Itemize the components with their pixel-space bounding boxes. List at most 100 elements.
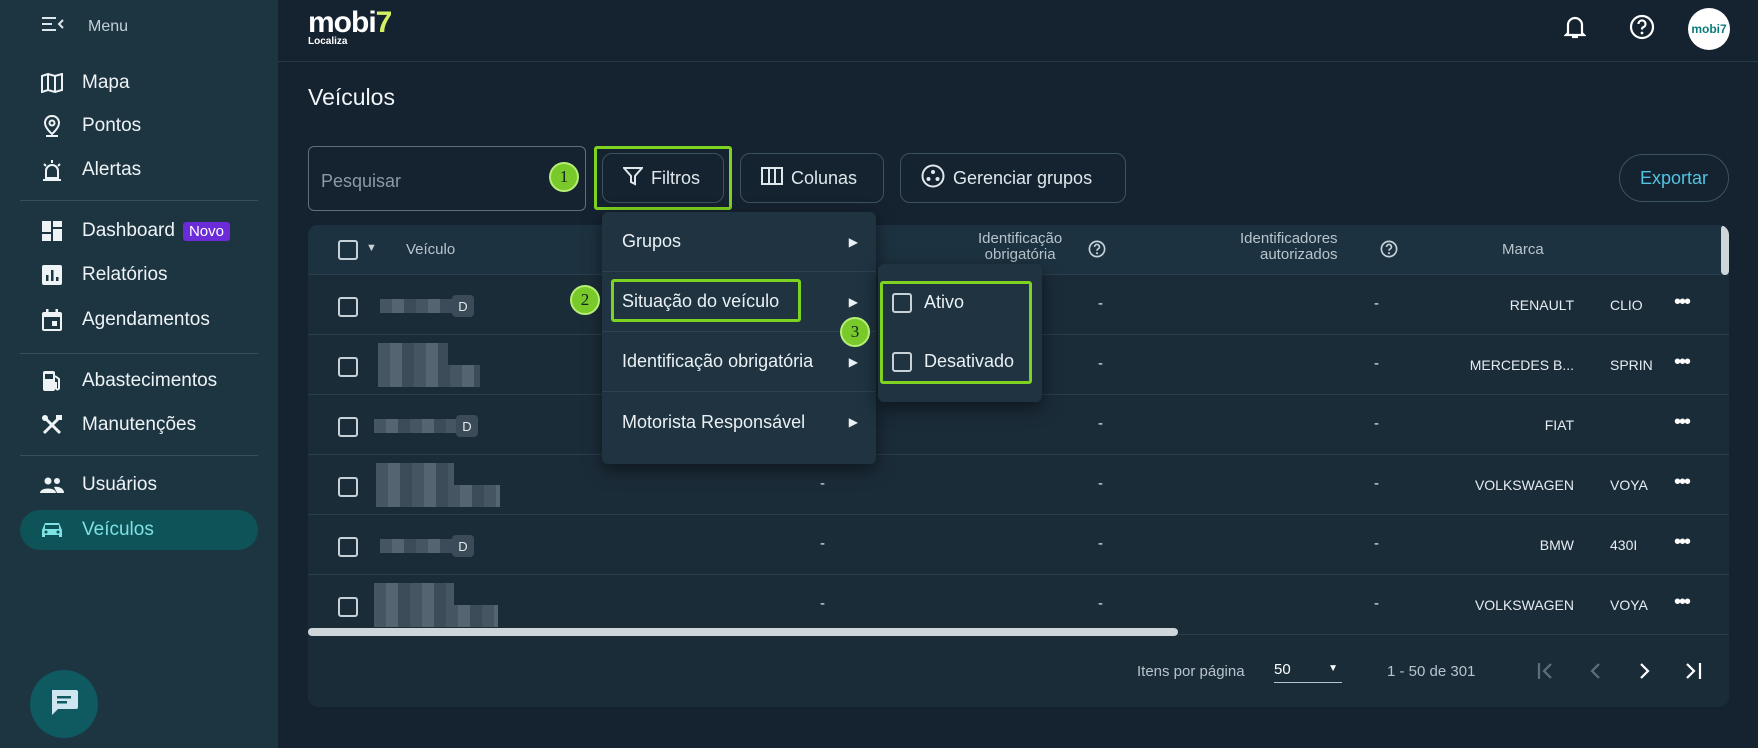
vehicle-tag: D bbox=[456, 415, 478, 437]
menu-toggle[interactable]: Menu bbox=[42, 16, 128, 37]
table-row[interactable]: - - - VOLKSWAGEN VOYA ••• bbox=[308, 455, 1729, 515]
next-page-icon[interactable] bbox=[1634, 661, 1654, 686]
pagination-range: 1 - 50 de 301 bbox=[1387, 663, 1476, 680]
sidebar-item-relatorios[interactable]: Relatórios bbox=[20, 255, 258, 295]
row-checkbox[interactable] bbox=[338, 477, 358, 497]
logo-accent: 7 bbox=[375, 6, 393, 39]
redacted-plate bbox=[378, 343, 448, 365]
chevron-right-icon: ▶ bbox=[848, 415, 858, 429]
cell-required-id: - bbox=[1098, 595, 1103, 612]
search-input[interactable]: Pesquisar bbox=[308, 146, 586, 211]
filter-menu-item-identificacao[interactable]: Identificação obrigatória ▶ bbox=[602, 332, 876, 392]
row-checkbox[interactable] bbox=[338, 357, 358, 377]
avatar[interactable]: mobi7 bbox=[1688, 8, 1730, 50]
tools-icon bbox=[40, 413, 64, 437]
cell-required-id: - bbox=[1098, 535, 1103, 552]
menu-item-label: Motorista Responsável bbox=[622, 411, 806, 432]
sidebar-item-label: Agendamentos bbox=[82, 309, 210, 330]
sidebar-item-alertas[interactable]: Alertas bbox=[20, 150, 258, 190]
row-checkbox[interactable] bbox=[338, 297, 358, 317]
logo[interactable]: mobi7 Localiza bbox=[308, 6, 393, 47]
table-row[interactable]: - - - VOLKSWAGEN VOYA ••• bbox=[308, 575, 1729, 635]
cell-brand: VOLKSWAGEN bbox=[1474, 597, 1574, 613]
sidebar-item-pontos[interactable]: Pontos bbox=[20, 106, 258, 146]
row-actions-button[interactable]: ••• bbox=[1674, 411, 1691, 434]
sidebar-item-veiculos[interactable]: Veículos bbox=[20, 510, 258, 550]
first-page-icon[interactable] bbox=[1536, 661, 1556, 686]
cell-authorized-ids: - bbox=[1374, 295, 1379, 312]
export-button[interactable]: Exportar bbox=[1619, 154, 1729, 202]
row-checkbox[interactable] bbox=[338, 417, 358, 437]
sidebar-item-label: Alertas bbox=[82, 159, 142, 180]
row-actions-button[interactable]: ••• bbox=[1674, 471, 1691, 494]
sidebar-divider bbox=[20, 455, 258, 456]
header-line: Identificação bbox=[978, 230, 1063, 247]
sidebar-item-abastecimentos[interactable]: Abastecimentos bbox=[20, 361, 258, 401]
sidebar-item-mapa[interactable]: Mapa bbox=[20, 63, 258, 103]
chat-icon bbox=[49, 688, 79, 721]
cell-required-id: - bbox=[1098, 295, 1103, 312]
manage-groups-button[interactable]: Gerenciar grupos bbox=[900, 153, 1126, 203]
column-header-vehicle[interactable]: Veículo bbox=[406, 242, 455, 258]
sidebar-item-label: Usuários bbox=[82, 474, 157, 495]
step-marker-3: 3 bbox=[840, 317, 870, 347]
sidebar-divider bbox=[20, 353, 258, 354]
sidebar-item-label: Relatórios bbox=[82, 264, 168, 285]
items-per-page-value: 50 bbox=[1274, 661, 1291, 678]
items-per-page-select[interactable]: 50 ▼ bbox=[1274, 661, 1342, 683]
fuel-icon bbox=[40, 369, 64, 393]
table-row[interactable]: D - - - BMW 430I ••• bbox=[308, 515, 1729, 575]
columns-label: Colunas bbox=[791, 167, 858, 188]
help-icon[interactable] bbox=[1380, 240, 1398, 263]
menu-label: Menu bbox=[88, 17, 129, 35]
row-actions-button[interactable]: ••• bbox=[1674, 531, 1691, 554]
row-actions-button[interactable]: ••• bbox=[1674, 351, 1691, 374]
column-header-required-id[interactable]: Identificação obrigatória bbox=[978, 231, 1062, 263]
sidebar-item-dashboard[interactable]: Dashboard Novo bbox=[20, 211, 258, 251]
sidebar-item-label: Dashboard bbox=[82, 220, 175, 241]
horizontal-scrollbar[interactable] bbox=[308, 628, 1178, 636]
column-header-brand[interactable]: Marca bbox=[1502, 242, 1544, 258]
redacted-plate bbox=[380, 299, 454, 313]
new-badge: Novo bbox=[182, 221, 230, 241]
sidebar-item-manutencoes[interactable]: Manutenções bbox=[20, 405, 258, 445]
step-marker-2: 2 bbox=[570, 285, 600, 315]
filter-menu-item-grupos[interactable]: Grupos ▶ bbox=[602, 212, 876, 272]
map-icon bbox=[40, 71, 64, 95]
vertical-scrollbar[interactable] bbox=[1721, 225, 1729, 275]
header-line: autorizados bbox=[1260, 246, 1338, 263]
columns-icon bbox=[761, 166, 783, 190]
chat-button[interactable] bbox=[30, 670, 98, 738]
row-actions-button[interactable]: ••• bbox=[1674, 291, 1691, 314]
vehicle-tag: D bbox=[452, 295, 474, 317]
logo-brand: mobi bbox=[308, 6, 377, 39]
sidebar-item-agendamentos[interactable]: Agendamentos bbox=[20, 300, 258, 340]
row-checkbox[interactable] bbox=[338, 597, 358, 617]
cell-brand: FIAT bbox=[1544, 417, 1574, 433]
redacted-plate bbox=[378, 365, 480, 387]
cell-brand: MERCEDES B... bbox=[1469, 357, 1574, 373]
help-button[interactable] bbox=[1627, 14, 1657, 44]
bell-icon bbox=[1563, 15, 1587, 44]
last-page-icon[interactable] bbox=[1683, 661, 1703, 686]
step-marker-1: 1 bbox=[549, 162, 579, 192]
column-header-authorized-ids[interactable]: Identificadores autorizados bbox=[1240, 231, 1338, 263]
cell-model: 430I bbox=[1610, 537, 1638, 553]
help-icon[interactable] bbox=[1088, 240, 1106, 263]
select-all-checkbox[interactable] bbox=[338, 240, 358, 260]
previous-page-icon[interactable] bbox=[1586, 661, 1606, 686]
situacao-highlight bbox=[611, 279, 801, 322]
filter-menu-item-motorista[interactable]: Motorista Responsável ▶ bbox=[602, 392, 876, 452]
sidebar-item-label: Mapa bbox=[82, 72, 130, 93]
cell-required-id: - bbox=[1098, 475, 1103, 492]
sidebar-item-usuarios[interactable]: Usuários bbox=[20, 465, 258, 505]
notifications-button[interactable] bbox=[1560, 14, 1590, 44]
row-checkbox[interactable] bbox=[338, 537, 358, 557]
redacted-plate bbox=[376, 485, 500, 507]
select-dropdown-caret-icon[interactable]: ▼ bbox=[366, 242, 377, 254]
cell-value: - bbox=[820, 475, 825, 492]
cell-brand: RENAULT bbox=[1509, 297, 1574, 313]
columns-button[interactable]: Colunas bbox=[740, 153, 884, 203]
row-actions-button[interactable]: ••• bbox=[1674, 591, 1691, 614]
table-row[interactable]: D - - FIAT ••• bbox=[308, 395, 1729, 455]
